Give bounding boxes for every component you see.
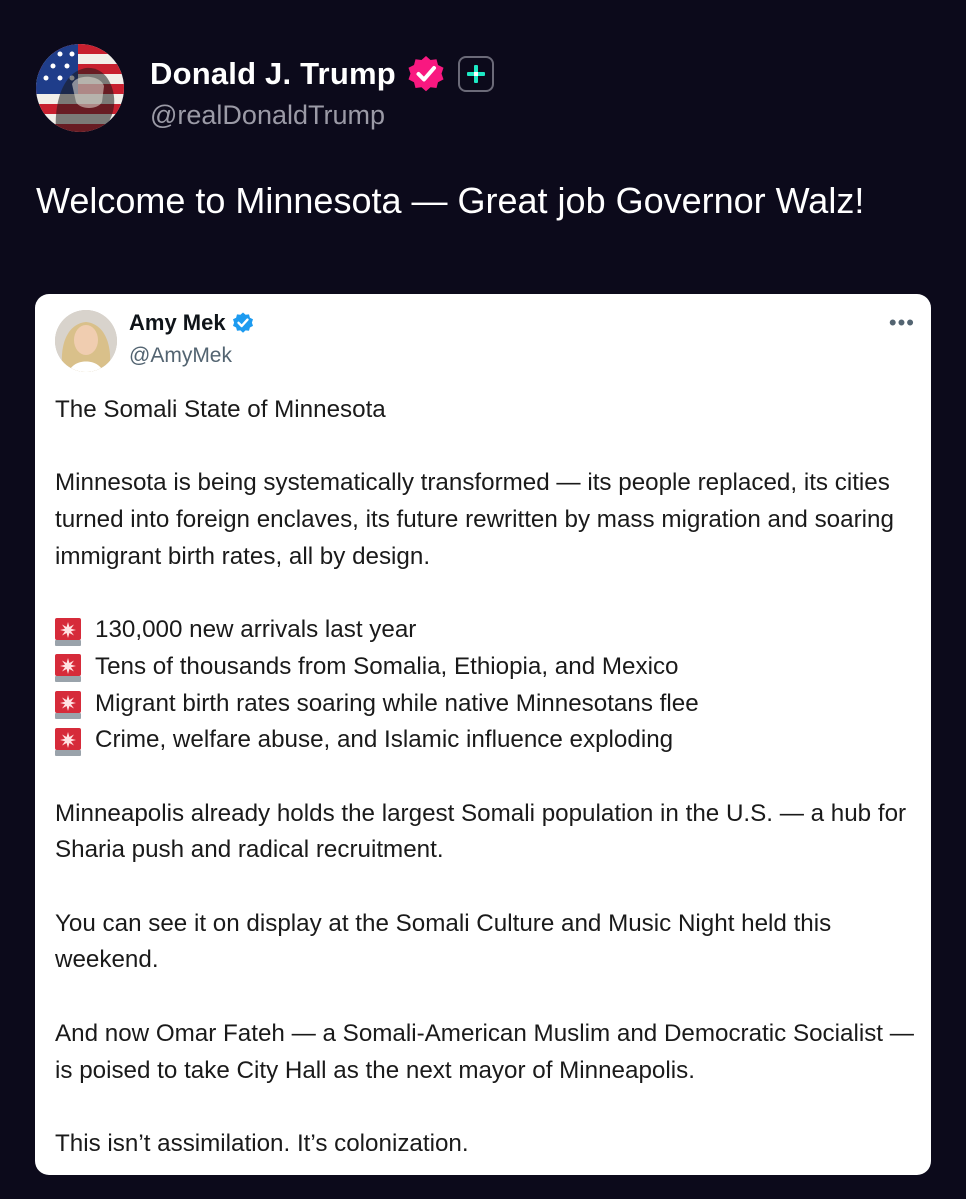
post-text: Welcome to Minnesota — Great job Governo…	[36, 180, 865, 221]
author-avatar[interactable]	[36, 44, 124, 132]
bullet-item: Tens of thousands from Somalia, Ethiopia…	[55, 649, 921, 686]
bullet-item: Migrant birth rates soaring while native…	[55, 686, 921, 723]
quoted-paragraph-5: This isn’t assimilation. It’s colonizati…	[55, 1129, 469, 1157]
quoted-post-card[interactable]: Amy Mek @AmyMek ••• The Somali State of …	[35, 294, 931, 1175]
bullet-text: Crime, welfare abuse, and Islamic influe…	[95, 726, 674, 754]
quoted-paragraph-1: Minnesota is being systematically transf…	[55, 469, 894, 570]
quoted-author-avatar[interactable]	[55, 310, 117, 372]
rotating-light-icon	[55, 690, 81, 719]
quoted-paragraph-2: Minneapolis already holds the largest So…	[55, 799, 907, 864]
verified-badge-icon	[408, 56, 444, 92]
bullet-text: Migrant birth rates soaring while native…	[95, 689, 699, 717]
bullet-text: Tens of thousands from Somalia, Ethiopia…	[95, 652, 679, 680]
rotating-light-icon	[55, 617, 81, 646]
quoted-paragraph-4: And now Omar Fateh — a Somali-American M…	[55, 1019, 914, 1084]
bullet-item: Crime, welfare abuse, and Islamic influe…	[55, 722, 921, 759]
quoted-author-handle[interactable]: @AmyMek	[129, 344, 232, 368]
verified-check-icon	[232, 312, 253, 333]
plus-badge-icon	[457, 56, 494, 92]
author-handle[interactable]: @realDonaldTrump	[150, 100, 494, 131]
bullet-list: 130,000 new arrivals last year Tens of t…	[55, 612, 921, 759]
rotating-light-icon	[55, 654, 81, 683]
quoted-post-body: The Somali State of Minnesota Minnesota …	[55, 392, 921, 1163]
quoted-post-title: The Somali State of Minnesota	[55, 396, 386, 423]
bullet-item: 130,000 new arrivals last year	[55, 612, 921, 649]
quoted-author-name[interactable]: Amy Mek	[129, 310, 226, 336]
bullet-text: 130,000 new arrivals last year	[95, 616, 417, 644]
quoted-paragraph-3: You can see it on display at the Somali …	[55, 909, 832, 974]
author-display-name[interactable]: Donald J. Trump	[150, 56, 396, 92]
post-header: Donald J. Trump @realDonaldTrump	[36, 44, 494, 132]
rotating-light-icon	[55, 727, 81, 756]
more-options-icon[interactable]: •••	[889, 310, 915, 336]
